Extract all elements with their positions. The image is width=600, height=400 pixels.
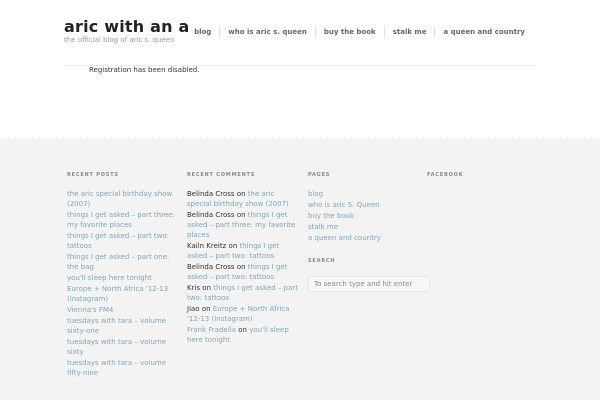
recent-post-link[interactable]: tuesdays with tara – volume fifty-nine	[67, 358, 180, 378]
recent-post-link[interactable]: things I get asked – part two: tattoos	[67, 231, 180, 251]
comment-author: Kailn Kreitz	[187, 242, 227, 250]
recent-comments-title: RECENT COMMENTS	[187, 172, 256, 178]
site-tagline: the official blog of aric s. queen	[64, 36, 175, 44]
comment-author: Belinda Cross	[187, 190, 235, 198]
search-title: SEARCH	[308, 258, 336, 264]
recent-post-link[interactable]: the aric special birthday show (2007)	[67, 189, 180, 209]
recent-post-link[interactable]: Europe + North Africa '12-13 (Instagram)	[67, 284, 180, 304]
comment-entry: Belinda Cross on the aric special birthd…	[187, 189, 299, 209]
recent-post-link[interactable]: you'll sleep here tonight	[67, 273, 180, 283]
page-link-who-is-aric[interactable]: who is aric S. Queen	[308, 200, 408, 210]
site-header: aric with an a the official blog of aric…	[0, 0, 600, 140]
site-title[interactable]: aric with an a	[64, 17, 189, 36]
comment-on-word: on	[236, 263, 246, 271]
comment-on-word: on	[238, 326, 247, 334]
comment-author: Belinda Cross	[187, 263, 235, 271]
nav-item-blog[interactable]: blog	[186, 26, 219, 38]
recent-post-link[interactable]: tuesdays with tara – volume sixty	[67, 337, 180, 357]
recent-post-link[interactable]: things I get asked – part three: my favo…	[67, 210, 180, 230]
comment-on-word: on	[201, 305, 211, 313]
recent-posts-widget: RECENT POSTS the aric special birthday s…	[67, 172, 180, 379]
page-link-a-queen-and-country[interactable]: a queen and country	[308, 233, 408, 243]
nav-item-who-is-aric[interactable]: who is aric s. queen	[219, 26, 315, 38]
comment-author-link[interactable]: Frank Fradella	[187, 326, 236, 334]
facebook-widget: FACEBOOK	[427, 172, 527, 189]
pages-widget: PAGES blog who is aric S. Queen buy the …	[308, 172, 430, 292]
recent-post-link[interactable]: things I get asked – part one: the bag	[67, 252, 180, 272]
page-link-blog[interactable]: blog	[308, 189, 408, 199]
comment-entry: Jiao on Europe + North Africa '12-13 (In…	[187, 304, 299, 324]
comment-author: Jiao	[187, 305, 200, 313]
recent-comments-widget: RECENT COMMENTS Belinda Cross on the ari…	[187, 172, 299, 346]
comment-entry: Belinda Cross on things I get asked – pa…	[187, 262, 299, 282]
nav-item-buy-the-book[interactable]: buy the book	[314, 26, 384, 38]
recent-post-link[interactable]: Vienna's FM4	[67, 305, 180, 315]
comment-on-word: on	[236, 211, 246, 219]
comment-entry: Kailn Kreitz on things I get asked – par…	[187, 241, 299, 261]
footer: RECENT POSTS the aric special birthday s…	[0, 139, 600, 400]
recent-posts-title: RECENT POSTS	[67, 172, 119, 178]
comment-entry: Belinda Cross on things I get asked – pa…	[187, 210, 299, 240]
recent-post-link[interactable]: tuesdays with tara – volume sixty-one	[67, 316, 180, 336]
comment-author: Kris	[187, 284, 201, 292]
comment-entry: Frank Fradella on you'll sleep here toni…	[187, 325, 299, 345]
registration-notice: Registration has been disabled.	[89, 66, 200, 74]
search-input[interactable]	[308, 276, 430, 292]
pages-title: PAGES	[308, 172, 331, 178]
nav-item-a-queen-and-country[interactable]: a queen and country	[434, 26, 533, 38]
main-nav: blog who is aric s. queen buy the book s…	[186, 26, 533, 38]
page-link-buy-the-book[interactable]: buy the book	[308, 211, 408, 221]
nav-item-stalk-me[interactable]: stalk me	[383, 26, 435, 38]
comment-on-word: on	[228, 242, 238, 250]
comment-entry: Kris on things I get asked – part two: t…	[187, 283, 299, 303]
comment-on-word: on	[236, 190, 246, 198]
page-link-stalk-me[interactable]: stalk me	[308, 222, 408, 232]
comment-on-word: on	[202, 284, 212, 292]
comment-author: Belinda Cross	[187, 211, 235, 219]
facebook-title: FACEBOOK	[427, 172, 464, 178]
